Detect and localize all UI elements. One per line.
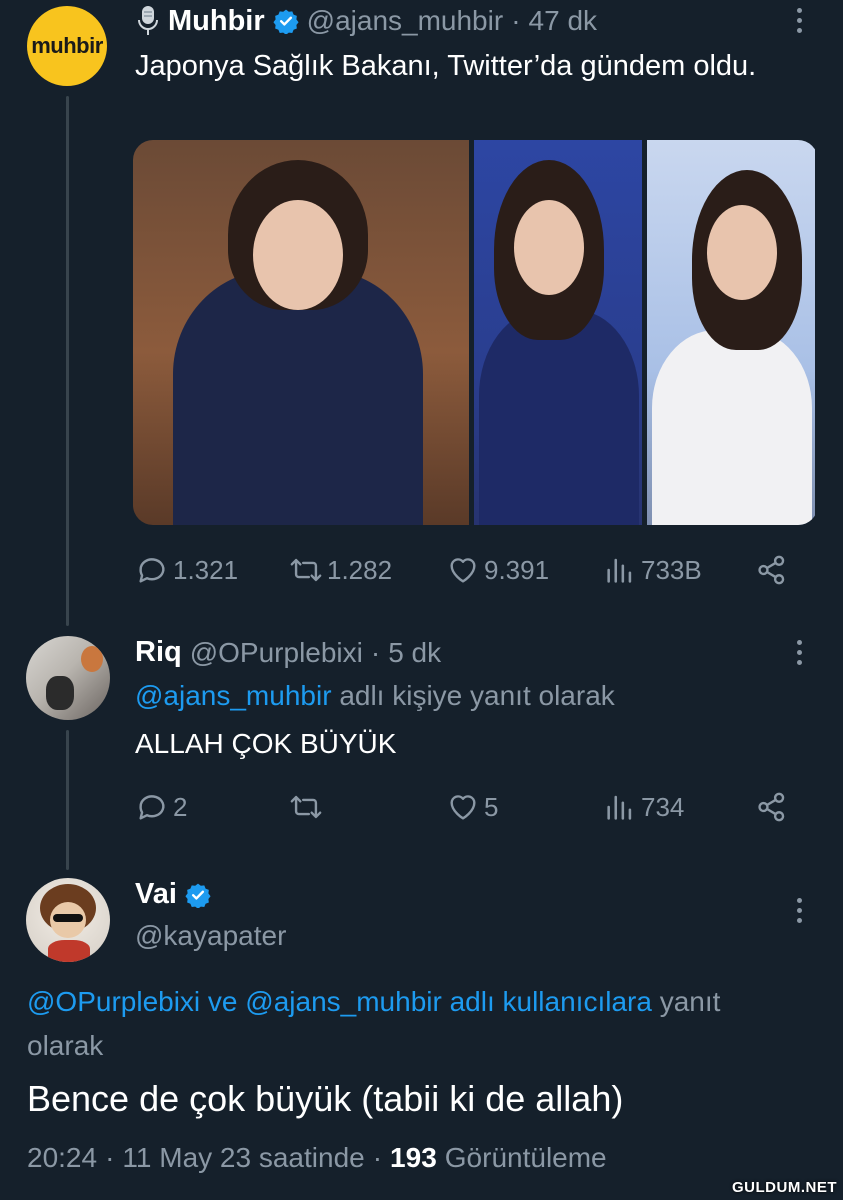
share-button[interactable] [755, 790, 789, 824]
tweet-text: Japonya Sağlık Bakanı, Twitter’da gündem… [135, 50, 757, 82]
tweet-header: Muhbir @ajans_muhbir · 47 dk [136, 4, 597, 38]
share-button[interactable] [755, 553, 789, 587]
reply-mentions-link[interactable]: @OPurplebixi ve @ajans_muhbir adlı kulla… [27, 986, 652, 1017]
more-options-icon[interactable] [797, 898, 803, 928]
tweet-meta: 20:24 · 11 May 23 saatinde · 193 Görüntü… [27, 1142, 607, 1174]
reply-button[interactable]: 2 [135, 790, 187, 824]
verified-badge-icon [273, 9, 299, 34]
views-button[interactable]: 733B [603, 553, 702, 587]
view-count: 733B [641, 554, 702, 585]
display-name[interactable]: Vai [135, 878, 177, 911]
retweet-icon [290, 558, 322, 582]
handle[interactable]: @ajans_muhbir [307, 5, 504, 37]
heart-icon [450, 795, 476, 820]
display-name[interactable]: Muhbir [168, 5, 265, 38]
separator: · [370, 636, 381, 668]
view-label: Görüntüleme [444, 1142, 607, 1173]
separator: · [511, 5, 521, 36]
avatar[interactable]: muhbir [27, 6, 107, 86]
reply-context-text: olarak [27, 1030, 104, 1061]
timestamp-date[interactable]: 11 May 23 saatinde [122, 1142, 364, 1174]
verified-badge-icon [185, 883, 211, 908]
handle[interactable]: @OPurplebixi [190, 637, 363, 669]
avatar-logo-text: muhbir [31, 33, 103, 58]
share-icon [758, 792, 785, 822]
more-options-icon[interactable] [797, 640, 803, 670]
tweet-header: Vai [135, 878, 211, 911]
reply-context: @OPurplebixi ve @ajans_muhbir adlı kulla… [27, 986, 720, 1018]
view-count: 734 [641, 791, 685, 822]
timestamp-time[interactable]: 20:24 [27, 1142, 97, 1174]
reply-context: @ajans_muhbir adlı kişiye yanıt olarak [135, 680, 615, 712]
avatar[interactable] [26, 636, 110, 720]
media-grid[interactable] [133, 140, 818, 525]
reply-context-text: adlı kişiye yanıt olarak [339, 680, 615, 711]
analytics-icon [607, 558, 632, 583]
media-image-1[interactable] [133, 140, 469, 525]
reply-mention-link[interactable]: @ajans_muhbir [135, 680, 332, 711]
timestamp[interactable]: 5 dk [388, 637, 441, 669]
display-name[interactable]: Riq [135, 636, 182, 669]
microphone-icon [138, 6, 158, 35]
like-count: 9.391 [484, 554, 550, 585]
retweet-icon [290, 795, 322, 819]
watermark: GULDUM.NET [732, 1179, 837, 1196]
reply-icon [139, 795, 165, 820]
like-button[interactable]: 5 [446, 790, 498, 824]
reply-count: 2 [173, 791, 188, 822]
reply-count: 1.321 [173, 554, 239, 585]
retweet-count: 1.282 [327, 554, 393, 585]
tweet-text: ALLAH ÇOK BÜYÜK [135, 728, 397, 759]
tweet-text: Bence de çok büyük (tabii ki de allah) [27, 1078, 624, 1119]
media-image-3[interactable] [647, 140, 815, 525]
more-options-icon[interactable] [797, 8, 803, 38]
share-icon [758, 555, 785, 585]
separator: · [105, 1142, 115, 1173]
analytics-icon [607, 795, 632, 820]
media-image-2[interactable] [474, 140, 642, 525]
thread-line [66, 96, 69, 626]
views-button[interactable]: 734 [603, 790, 684, 824]
heart-icon [450, 558, 476, 583]
tweet-header: Riq @OPurplebixi · 5 dk [135, 636, 441, 669]
retweet-button[interactable]: 1.282 [289, 553, 392, 587]
avatar[interactable] [26, 878, 110, 962]
timestamp[interactable]: 47 dk [529, 5, 598, 37]
reply-icon [139, 558, 165, 583]
handle[interactable]: @kayapater [135, 920, 286, 952]
like-count: 5 [484, 791, 499, 822]
like-button[interactable]: 9.391 [446, 553, 549, 587]
retweet-button[interactable] [289, 790, 327, 824]
view-count: 193 [390, 1142, 437, 1173]
thread-line [66, 730, 69, 870]
reply-button[interactable]: 1.321 [135, 553, 238, 587]
separator: · [372, 1142, 383, 1173]
reply-context-text: yanıt [659, 986, 721, 1017]
